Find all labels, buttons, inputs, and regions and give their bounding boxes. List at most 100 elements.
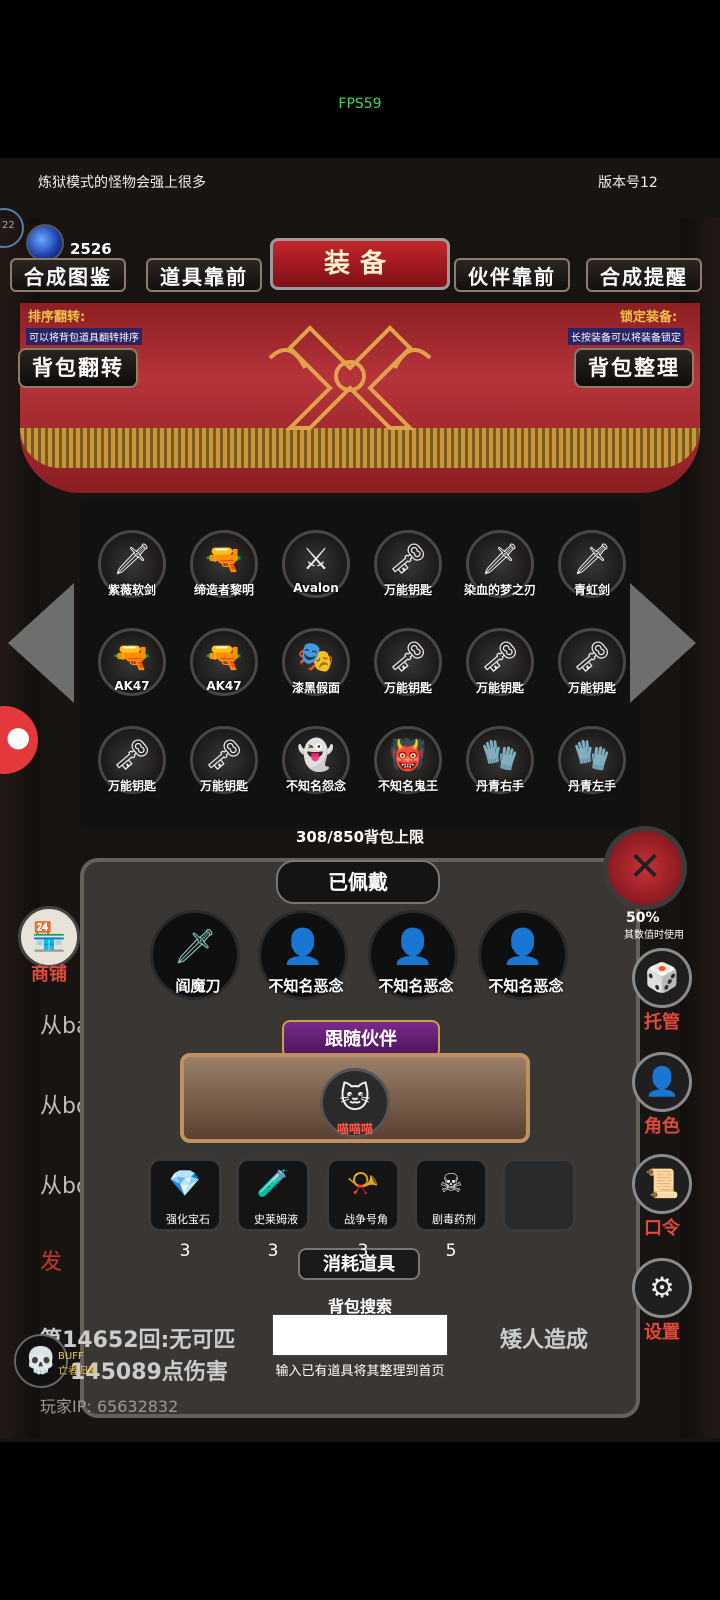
item-icon: 🗝 (480, 640, 520, 675)
log-line: 矮人造成 (500, 1328, 589, 1353)
equipped-slot[interactable]: 👤 不知名恶念 (478, 910, 568, 1000)
empty-consumable-slot[interactable] (502, 1158, 576, 1232)
level-ring-text: 22 (2, 220, 15, 231)
equipped-title: 已佩戴 (276, 860, 440, 904)
item-name: Avalon (293, 581, 339, 595)
item-icon: 🗡 (112, 542, 152, 577)
item-icon: 🗝 (572, 640, 612, 675)
inventory-item[interactable]: 🗝 万能钥匙 (552, 624, 632, 704)
item-name: 不知名怨念 (285, 779, 346, 793)
equipped-icon: 👤 (501, 927, 545, 967)
inventory-item[interactable]: 🔫 AK47 (92, 624, 172, 704)
hooded-figure-icon[interactable]: 👤 (632, 1052, 692, 1112)
equipped-slot[interactable]: 👤 不知名恶念 (368, 910, 458, 1000)
equipped-name: 不知名恶念 (378, 977, 454, 995)
dice-icon[interactable]: 🎲 (632, 948, 692, 1008)
inventory-item[interactable]: 🧤 丹青右手 (460, 722, 540, 802)
inventory-item[interactable]: 🗝 万能钥匙 (184, 722, 264, 802)
inventory-item[interactable]: 🔫 缔造者黎明 (184, 526, 264, 606)
inventory-item[interactable]: 🗝 万能钥匙 (460, 624, 540, 704)
sort-flip-desc: 可以将背包道具翻转排序 (26, 328, 142, 345)
consumable-slot[interactable]: ☠ 剧毒药剂 5 (414, 1158, 488, 1261)
inventory-item[interactable]: 👹 不知名鬼王 (368, 722, 448, 802)
mode-notice: 炼狱模式的怪物会强上很多 (38, 175, 206, 191)
item-icon: 👻 (297, 738, 335, 773)
log-line: 发 (40, 1250, 63, 1275)
consumable-icon: ☠ (439, 1169, 463, 1199)
inventory-item[interactable]: 🗝 万能钥匙 (368, 624, 448, 704)
consumable-icon: 💎 (168, 1169, 202, 1199)
inventory-item[interactable]: 🎭 漆黑假面 (276, 624, 356, 704)
inventory-item[interactable]: 🗡 青虹剑 (552, 526, 632, 606)
gem-icon (26, 224, 64, 262)
buff-label: BUFF 亡者归来 (58, 1351, 98, 1377)
bag-flip-button[interactable]: 背包翻转 (18, 348, 138, 388)
inventory-item[interactable]: 🗝 万能钥匙 (92, 722, 172, 802)
item-name: AK47 (206, 679, 242, 693)
item-icon: 🗝 (112, 738, 152, 773)
version-label: 版本号12 (598, 175, 658, 191)
prev-page-arrow-icon[interactable] (8, 583, 74, 703)
consumable-count: 3 (179, 1241, 191, 1261)
bag-search-input[interactable] (272, 1314, 448, 1356)
item-icon: 🔫 (205, 640, 243, 675)
shop-label[interactable]: 商铺 (18, 960, 80, 986)
person-icon: ● (6, 720, 31, 753)
item-name: 紫薇软剑 (107, 583, 156, 597)
consumable-slot[interactable]: 💎 强化宝石 3 (148, 1158, 222, 1261)
bag-organize-button[interactable]: 背包整理 (574, 348, 694, 388)
player-ip: 玩家IP: 65632832 (40, 1397, 179, 1416)
item-icon: 🧤 (573, 738, 611, 773)
equipped-slot[interactable]: 🗡 阎魔刀 (150, 910, 240, 1000)
scroll-icon[interactable]: 📜 (632, 1154, 692, 1214)
equipped-slot[interactable]: 👤 不知名恶念 (258, 910, 348, 1000)
stat-note: 其数值时使用 (624, 930, 684, 941)
sort-flip-label: 排序翻转: (28, 310, 86, 325)
command-label[interactable]: 口令 (632, 1214, 692, 1240)
fps-counter: FPS59 (338, 96, 382, 112)
inventory-item[interactable]: 👻 不知名怨念 (276, 722, 356, 802)
equipped-name: 阎魔刀 (175, 977, 221, 995)
game-view: 炼狱模式的怪物会强上很多 版本号12 22 2526 合成图鉴 道具靠前 装备 … (0, 158, 720, 1442)
inventory-item[interactable]: 🧤 丹青左手 (552, 722, 632, 802)
item-name: 万能钥匙 (383, 681, 432, 695)
item-icon: 🗡 (572, 542, 612, 577)
item-name: 丹青左手 (567, 779, 616, 793)
inventory-item[interactable]: ⚔ Avalon (276, 526, 356, 606)
companion-name: 喵喵喵 (336, 1122, 373, 1136)
inventory-item[interactable]: 🗡 染血的梦之刃 (460, 526, 540, 606)
settings-label[interactable]: 设置 (632, 1318, 692, 1344)
gear-icon[interactable]: ⚙ (632, 1258, 692, 1318)
companion-front-button[interactable]: 伙伴靠前 (454, 258, 570, 292)
lock-equip-desc: 长按装备可以将装备锁定 (568, 328, 684, 345)
inventory-item[interactable]: 🗡 紫薇软剑 (92, 526, 172, 606)
items-front-button[interactable]: 道具靠前 (146, 258, 262, 292)
item-icon: 🗝 (204, 738, 244, 773)
item-icon: 🎭 (297, 640, 335, 675)
next-page-arrow-icon[interactable] (630, 583, 696, 703)
synthesis-remind-button[interactable]: 合成提醒 (586, 258, 702, 292)
role-label[interactable]: 角色 (632, 1112, 692, 1138)
inventory-item[interactable]: 🗝 万能钥匙 (368, 526, 448, 606)
item-name: 万能钥匙 (107, 779, 156, 793)
item-name: 万能钥匙 (567, 681, 616, 695)
hosting-label[interactable]: 托管 (632, 1008, 692, 1034)
item-name: 万能钥匙 (199, 779, 248, 793)
consumable-name: 剧毒药剂 (432, 1213, 476, 1226)
consumable-count: 3 (267, 1241, 279, 1261)
equipped-name: 不知名恶念 (488, 977, 564, 995)
item-icon: 🗝 (388, 542, 428, 577)
item-icon: 🔫 (113, 640, 151, 675)
item-name: 染血的梦之刃 (463, 583, 536, 597)
consumable-slot[interactable]: 🧪 史莱姆液 3 (236, 1158, 310, 1261)
shop-icon[interactable]: 🏪 (18, 906, 80, 968)
lock-equip-label: 锁定装备: (620, 310, 678, 325)
item-icon: 🧤 (481, 738, 519, 773)
consumable-slot[interactable]: 📯 战争号角 3 (326, 1158, 400, 1261)
synthesis-guide-button[interactable]: 合成图鉴 (10, 258, 126, 292)
item-icon: ⚔ (302, 542, 330, 577)
item-icon: 🗝 (388, 640, 428, 675)
close-icon[interactable]: ✕ (603, 826, 687, 910)
item-icon: 🔫 (205, 542, 243, 577)
inventory-item[interactable]: 🔫 AK47 (184, 624, 264, 704)
